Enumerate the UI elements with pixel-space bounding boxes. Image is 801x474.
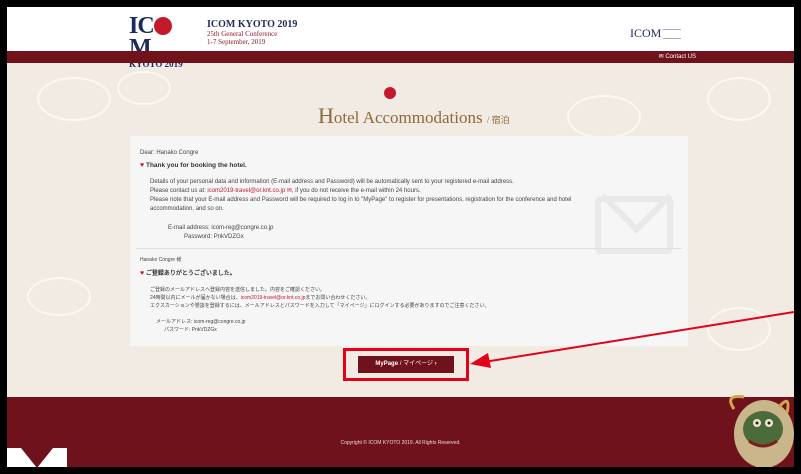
copyright-text: Copyright © ICOM KYOTO 2019. All Rights … [340, 440, 461, 446]
dragon-illustration [729, 395, 794, 467]
browser-page: ICM KYOTO 2019 ICOM KYOTO 2019 25th Gene… [7, 7, 794, 467]
footer-logo-mark [7, 448, 67, 467]
site-footer: Copyright © ICOM KYOTO 2019. All Rights … [7, 397, 794, 467]
